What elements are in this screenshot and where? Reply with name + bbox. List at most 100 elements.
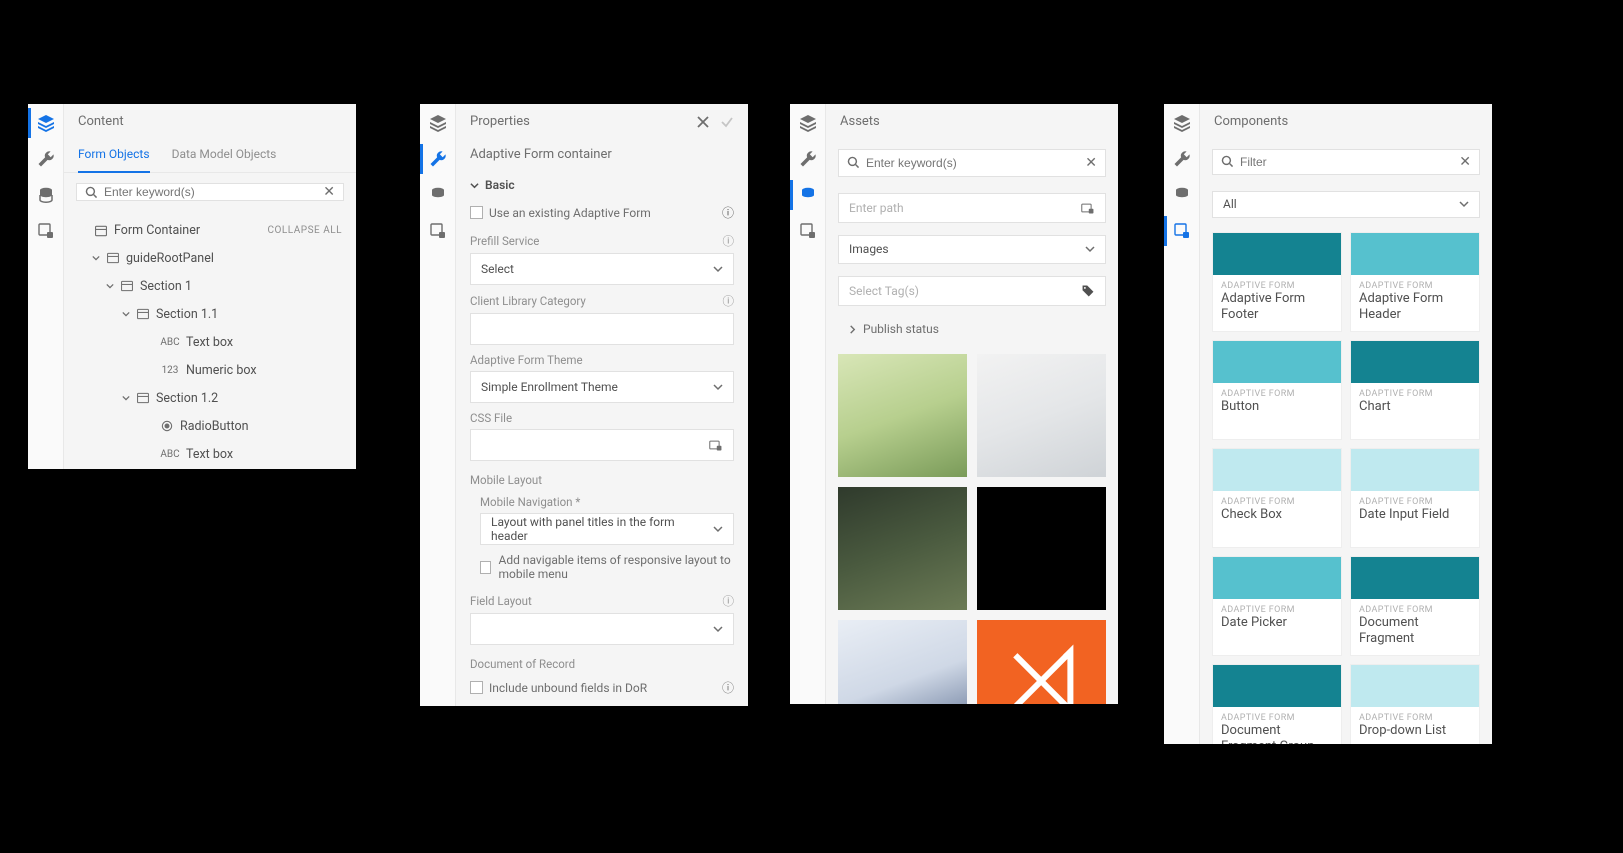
- search-input[interactable]: [104, 185, 317, 199]
- tag-icon[interactable]: [1081, 284, 1095, 298]
- component-card[interactable]: ADAPTIVE FORMChart: [1350, 340, 1480, 440]
- tags-input[interactable]: Select Tag(s): [838, 276, 1106, 306]
- info-icon[interactable]: ⓘ: [723, 233, 735, 249]
- component-name: Adaptive Form Footer: [1221, 291, 1333, 324]
- chevron-down-icon: [122, 394, 130, 402]
- tree-row[interactable]: ABC Text box: [64, 328, 356, 356]
- asset-thumb[interactable]: [977, 620, 1106, 704]
- layers-icon[interactable]: [429, 114, 447, 132]
- accordion-basic[interactable]: Basic: [470, 172, 734, 198]
- tree-row[interactable]: RadioButton: [64, 412, 356, 440]
- add-panel-icon[interactable]: [799, 222, 817, 240]
- info-icon[interactable]: ⓘ: [722, 204, 734, 221]
- component-card[interactable]: ADAPTIVE FORMButton: [1212, 340, 1342, 440]
- asset-thumb[interactable]: [977, 354, 1106, 477]
- clear-icon[interactable]: ✕: [1085, 155, 1097, 171]
- component-kicker: ADAPTIVE FORM: [1221, 281, 1333, 291]
- publish-status[interactable]: Publish status: [838, 318, 1106, 340]
- checkbox-dor-unbound[interactable]: Include unbound fields in DoR ⓘ: [470, 673, 734, 702]
- assets-search[interactable]: ✕: [838, 149, 1106, 177]
- browse-icon[interactable]: [709, 438, 723, 452]
- chevron-down-icon: [713, 264, 723, 274]
- component-kicker: ADAPTIVE FORM: [1359, 281, 1471, 291]
- search-icon: [1221, 155, 1234, 168]
- checkbox-use-existing[interactable]: Use an existing Adaptive Form ⓘ: [470, 198, 734, 227]
- asset-thumb[interactable]: [838, 487, 967, 610]
- add-panel-icon[interactable]: [429, 222, 447, 240]
- path-input[interactable]: Enter path: [838, 193, 1106, 223]
- tab-form-objects[interactable]: Form Objects: [78, 139, 150, 173]
- component-card[interactable]: ADAPTIVE FORMAdaptive Form Header: [1350, 232, 1480, 332]
- clientlib-input[interactable]: [470, 313, 734, 345]
- add-panel-icon[interactable]: [1173, 222, 1191, 240]
- panel-icon: [136, 307, 150, 321]
- search-input[interactable]: [866, 156, 1079, 170]
- data-icon[interactable]: [799, 186, 817, 204]
- wrench-icon[interactable]: [429, 150, 447, 168]
- tree-row[interactable]: ABC Text box: [64, 440, 356, 468]
- tree-row[interactable]: 123 Numeric box: [64, 356, 356, 384]
- info-icon[interactable]: ⓘ: [722, 679, 734, 696]
- mobile-nav-select[interactable]: Layout with panel titles in the form hea…: [480, 513, 734, 545]
- properties-body[interactable]: Adaptive Form container Basic Use an exi…: [456, 139, 748, 706]
- checkbox-add-nav[interactable]: Add navigable items of responsive layout…: [480, 547, 734, 587]
- clear-icon[interactable]: ✕: [323, 184, 335, 200]
- tree-row[interactable]: Section 1: [64, 272, 356, 300]
- search-icon: [847, 156, 860, 169]
- wrench-icon[interactable]: [799, 150, 817, 168]
- content-tree: Form Container COLLAPSE ALL guideRootPan…: [64, 211, 356, 476]
- browse-icon[interactable]: [1081, 201, 1095, 215]
- confirm-icon[interactable]: [720, 115, 734, 129]
- component-card[interactable]: ADAPTIVE FORMAdaptive Form Footer: [1212, 232, 1342, 332]
- panel-icon: [120, 279, 134, 293]
- layers-icon[interactable]: [1173, 114, 1191, 132]
- chevron-down-icon: [106, 282, 114, 290]
- checkbox-dor-hidden[interactable]: Exclude hidden fields from DoR: [470, 702, 734, 706]
- content-tabs: Form Objects Data Model Objects: [64, 139, 356, 173]
- layers-icon[interactable]: [37, 114, 55, 132]
- components-filter[interactable]: ✕: [1212, 149, 1480, 175]
- close-icon[interactable]: [696, 115, 710, 129]
- theme-select[interactable]: Simple Enrollment Theme: [470, 371, 734, 403]
- tree-row[interactable]: Section 1.1: [64, 300, 356, 328]
- info-icon[interactable]: ⓘ: [723, 593, 735, 609]
- component-card[interactable]: ADAPTIVE FORMDrop-down List: [1350, 664, 1480, 744]
- cssfile-input[interactable]: [470, 429, 734, 461]
- asset-thumb[interactable]: [977, 487, 1106, 610]
- fieldlayout-select[interactable]: [470, 613, 734, 645]
- collapse-all-button[interactable]: COLLAPSE ALL: [268, 225, 342, 236]
- component-card[interactable]: ADAPTIVE FORMDate Picker: [1212, 556, 1342, 656]
- assets-panel: Assets ✕ Enter path Images Select Tag(s)…: [790, 104, 1118, 704]
- tab-data-model[interactable]: Data Model Objects: [172, 139, 277, 172]
- add-panel-icon[interactable]: [37, 222, 55, 240]
- panel-title: Properties: [470, 114, 530, 129]
- properties-panel: Properties Adaptive Form container Basic…: [420, 104, 748, 706]
- wrench-icon[interactable]: [1173, 150, 1191, 168]
- rail: [420, 104, 456, 706]
- asset-grid: [838, 346, 1106, 704]
- data-icon[interactable]: [1173, 186, 1191, 204]
- info-icon[interactable]: ⓘ: [723, 293, 735, 309]
- component-card[interactable]: ADAPTIVE FORMDocument Fragment: [1350, 556, 1480, 656]
- prefill-select[interactable]: Select: [470, 253, 734, 285]
- field-label: Mobile Navigation *: [480, 495, 580, 509]
- component-card[interactable]: ADAPTIVE FORMCheck Box: [1212, 448, 1342, 548]
- content-search[interactable]: ✕: [76, 183, 344, 201]
- component-card[interactable]: ADAPTIVE FORMDocument Fragment Group: [1212, 664, 1342, 744]
- asset-thumb[interactable]: [838, 354, 967, 477]
- field-type: ABC: [160, 337, 180, 348]
- component-group-select[interactable]: All: [1212, 191, 1480, 218]
- tree-row[interactable]: guideRootPanel: [64, 244, 356, 272]
- field-label: Client Library Category: [470, 294, 586, 308]
- wrench-icon[interactable]: [37, 150, 55, 168]
- tree-root-label[interactable]: Form Container: [114, 223, 200, 238]
- filter-input[interactable]: [1240, 155, 1453, 169]
- asset-type-select[interactable]: Images: [838, 235, 1106, 265]
- data-icon[interactable]: [429, 186, 447, 204]
- clear-icon[interactable]: ✕: [1459, 154, 1471, 170]
- layers-icon[interactable]: [799, 114, 817, 132]
- data-icon[interactable]: [37, 186, 55, 204]
- tree-row[interactable]: Section 1.2: [64, 384, 356, 412]
- asset-thumb[interactable]: [838, 620, 967, 704]
- component-card[interactable]: ADAPTIVE FORMDate Input Field: [1350, 448, 1480, 548]
